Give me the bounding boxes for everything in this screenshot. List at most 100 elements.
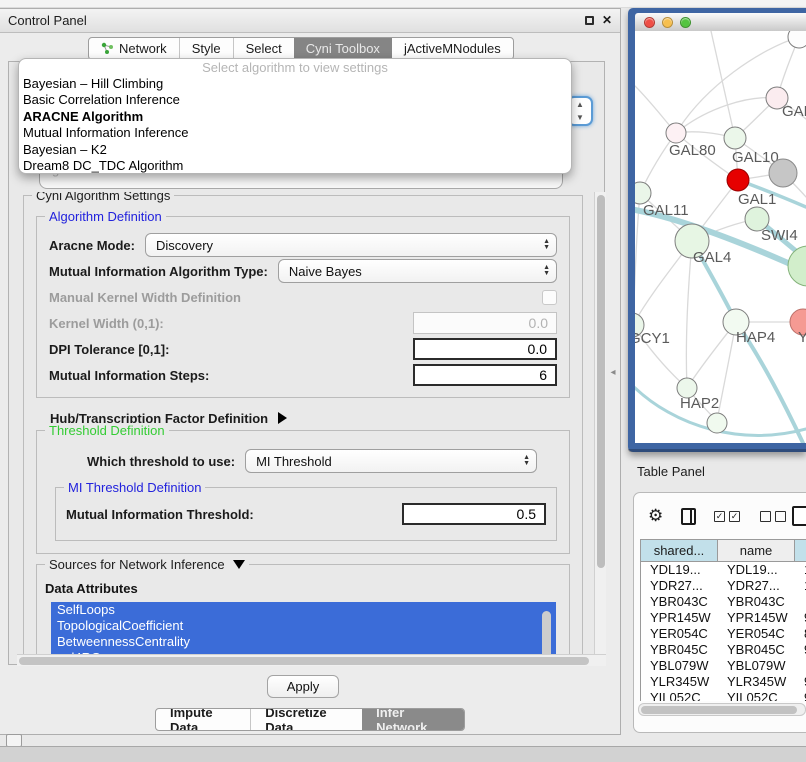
table-cell[interactable]: YDL19...	[718, 562, 795, 578]
dpi-tolerance-row: DPI Tolerance [0,1]: 0.0	[49, 337, 557, 361]
table-row[interactable]: YBR043CYBR043C	[641, 594, 806, 610]
table-row[interactable]: YDR27...YDR27...12	[641, 578, 806, 594]
table-cell[interactable]: YBR045C	[641, 642, 718, 658]
settings-vertical-scrollbar[interactable]	[594, 192, 606, 654]
document-icon[interactable]	[792, 506, 806, 526]
network-node-GAL80[interactable]	[666, 123, 686, 143]
mac-zoom-button[interactable]	[680, 17, 691, 28]
select-all-icon[interactable]: ✓ ✓	[714, 511, 744, 522]
apply-button[interactable]: Apply	[267, 675, 339, 698]
table-row[interactable]: YPR145WYPR145W9.	[641, 610, 806, 626]
table-cell[interactable]: YBR043C	[641, 594, 718, 610]
splitpane-divider-handle[interactable]: ◂	[607, 366, 619, 380]
tab-jactivemnodules[interactable]: jActiveMNodules	[392, 38, 513, 59]
table-cell[interactable]: 9.	[795, 690, 806, 701]
cyni-algorithm-settings-group: Cyni Algorithm Settings Algorithm Defini…	[23, 195, 583, 654]
mi-steps-input[interactable]: 6	[413, 364, 557, 386]
list-scrollbar-thumb[interactable]	[542, 611, 551, 654]
table-cell[interactable]: YPR145W	[718, 610, 795, 626]
sources-title-wrap[interactable]: Sources for Network Inference	[45, 557, 249, 572]
table-row[interactable]: YDL19...YDL19...13	[641, 562, 806, 578]
scrollbar-thumb[interactable]	[641, 706, 797, 714]
which-threshold-combo[interactable]: MI Threshold ▲▼	[245, 449, 537, 473]
table-cell[interactable]: 12	[795, 578, 806, 594]
network-node-gray-node[interactable]	[769, 159, 797, 187]
network-node-partial-bottom[interactable]	[707, 413, 727, 433]
network-canvas[interactable]: GALGAL80GAL10GAL1GAL11SWI4GAL4HAP4YGCY1H…	[635, 31, 806, 443]
list-item[interactable]: SelfLoops	[51, 602, 556, 618]
settings-gear-icon[interactable]: ⚙	[648, 506, 663, 526]
kernel-width-input[interactable]: 0.0	[413, 312, 557, 334]
tab-network[interactable]: Network	[89, 38, 179, 59]
table-cell[interactable]	[795, 658, 806, 674]
column-header-partial[interactable]	[795, 540, 806, 561]
network-node-partial-top[interactable]	[788, 31, 806, 48]
mi-threshold-input[interactable]: 0.5	[402, 503, 546, 525]
tab-discretize-data[interactable]: Discretize Data	[250, 709, 362, 730]
table-cell[interactable]: YER054C	[718, 626, 795, 642]
combo-arrows-icon: ▲▼	[543, 265, 550, 277]
popup-item-bayesian-k2[interactable]: Bayesian – K2	[19, 142, 571, 158]
data-attributes-list[interactable]: SelfLoops TopologicalCoefficient Between…	[51, 602, 556, 654]
mi-type-combo[interactable]: Naive Bayes ▲▼	[278, 259, 557, 283]
table-cell[interactable]: YPR145W	[641, 610, 718, 626]
table-cell[interactable]: YDR27...	[641, 578, 718, 594]
popup-item-dream8[interactable]: Dream8 DC_TDC Algorithm	[19, 158, 571, 174]
mac-close-button[interactable]	[644, 17, 655, 28]
popup-item-bayesian-hill-climbing[interactable]: Bayesian – Hill Climbing	[19, 76, 571, 92]
control-panel-window: Control Panel ✕ Network Style Select Cyn…	[0, 8, 621, 735]
table-cell[interactable]: YBR045C	[718, 642, 795, 658]
table-row[interactable]: YLR345WYLR345W9.	[641, 674, 806, 690]
table-cell[interactable]: 8.	[795, 626, 806, 642]
tab-select[interactable]: Select	[233, 38, 294, 59]
tab-infer-network[interactable]: Infer Network	[362, 709, 464, 730]
popup-item-basic-correlation[interactable]: Basic Correlation Inference	[19, 92, 571, 108]
table-cell[interactable]: YLR345W	[718, 674, 795, 690]
list-item[interactable]: TopologicalCoefficient	[51, 618, 556, 634]
aracne-mode-combo[interactable]: Discovery ▲▼	[145, 233, 557, 257]
float-window-icon[interactable]	[585, 16, 594, 25]
table-cell[interactable]: YER054C	[641, 626, 718, 642]
table-cell[interactable]: 9.	[795, 674, 806, 690]
table-cell[interactable]	[795, 594, 806, 610]
tab-impute-data[interactable]: Impute Data	[156, 709, 250, 730]
table-cell[interactable]: 9.	[795, 610, 806, 626]
table-cell[interactable]: YIL052C	[718, 690, 795, 701]
table-row[interactable]: YBL079WYBL079W	[641, 658, 806, 674]
scrollbar-thumb[interactable]	[597, 195, 605, 568]
scrollbar-thumb[interactable]	[19, 657, 589, 665]
mac-minimize-button[interactable]	[662, 17, 673, 28]
table-cell[interactable]: YBL079W	[641, 658, 718, 674]
table-row[interactable]: YIL052CYIL052C9.	[641, 690, 806, 701]
table-cell[interactable]: YLR345W	[641, 674, 718, 690]
table-cell[interactable]: 9.	[795, 642, 806, 658]
table-cell[interactable]: YDR27...	[718, 578, 795, 594]
manual-kernel-checkbox[interactable]	[542, 290, 557, 305]
deselect-all-icon[interactable]	[760, 511, 790, 522]
network-node-GAL1[interactable]	[727, 169, 749, 191]
close-window-icon[interactable]: ✕	[602, 13, 612, 27]
network-window-titlebar[interactable]	[635, 13, 806, 31]
dpi-tolerance-input[interactable]: 0.0	[413, 338, 557, 360]
tab-style[interactable]: Style	[179, 38, 233, 59]
column-header-shared[interactable]: shared...	[641, 540, 718, 561]
collapse-down-arrow-icon[interactable]	[233, 560, 245, 569]
popup-item-aracne[interactable]: ARACNE Algorithm	[19, 109, 571, 125]
table-cell[interactable]: YDL19...	[641, 562, 718, 578]
settings-horizontal-scrollbar[interactable]	[17, 654, 606, 666]
list-item[interactable]: BetweennessCentrality	[51, 634, 556, 650]
table-row[interactable]: YBR045CYBR045C9.	[641, 642, 806, 658]
expand-right-arrow-icon[interactable]	[278, 412, 287, 424]
table-cell[interactable]: YBL079W	[718, 658, 795, 674]
network-node-GAL10[interactable]	[724, 127, 746, 149]
table-cell[interactable]: YIL052C	[641, 690, 718, 701]
popup-item-mutual-information[interactable]: Mutual Information Inference	[19, 125, 571, 141]
table-cell[interactable]: 13	[795, 562, 806, 578]
column-layout-icon[interactable]	[681, 508, 696, 525]
network-node-big-green-right[interactable]	[788, 246, 806, 286]
tab-cyni-toolbox[interactable]: Cyni Toolbox	[294, 38, 392, 59]
table-row[interactable]: YER054CYER054C8.	[641, 626, 806, 642]
table-horizontal-scrollbar[interactable]	[638, 703, 806, 716]
table-cell[interactable]: YBR043C	[718, 594, 795, 610]
column-header-name[interactable]: name	[718, 540, 795, 561]
